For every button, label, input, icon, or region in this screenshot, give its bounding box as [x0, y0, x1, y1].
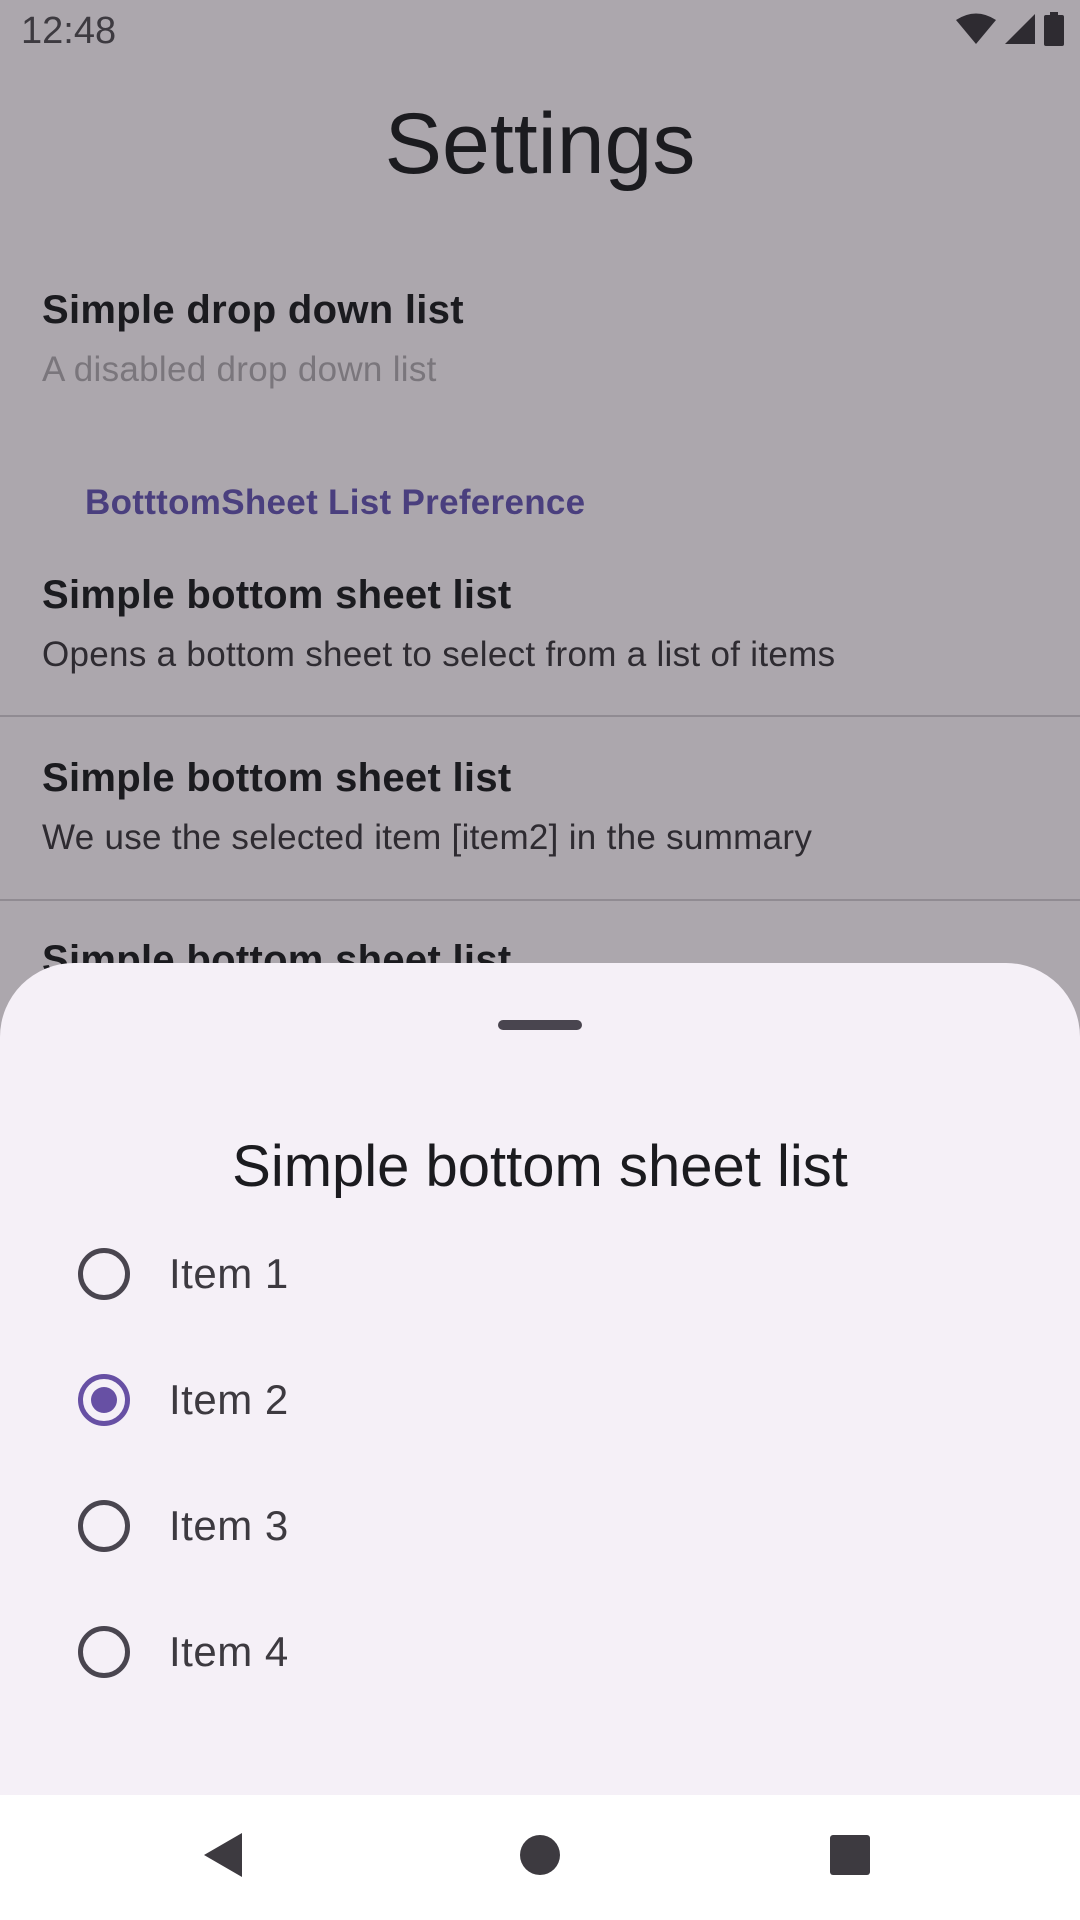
preference-title: Simple bottom sheet list [42, 573, 512, 617]
status-time: 12:48 [21, 10, 117, 52]
bottom-sheet-title: Simple bottom sheet list [232, 1134, 848, 1199]
battery-icon [1044, 11, 1064, 51]
preference-title: Simple drop down list [42, 288, 464, 332]
option-label: Item 3 [169, 1502, 289, 1549]
back-button[interactable] [192, 1825, 256, 1889]
preference-summary: We use the selected item [item2] in the … [42, 818, 813, 857]
option-item-2[interactable]: Item 2 [0, 1346, 1080, 1456]
bottom-sheet: Simple bottom sheet list Item 1 Item 2 I… [0, 963, 1080, 1795]
divider [0, 899, 1080, 901]
status-icons [956, 11, 1064, 51]
preference-summary: A disabled drop down list [42, 350, 437, 389]
navigation-bar [0, 1795, 1080, 1920]
radio-button[interactable] [78, 1626, 130, 1678]
divider [0, 715, 1080, 717]
recents-icon [830, 1834, 870, 1880]
page-title: Settings [384, 96, 696, 192]
preference-summary: Opens a bottom sheet to select from a li… [42, 635, 836, 674]
option-item-4[interactable]: Item 4 [0, 1598, 1080, 1708]
option-label: Item 1 [169, 1250, 289, 1297]
back-icon [202, 1831, 246, 1884]
recents-button[interactable] [818, 1825, 882, 1889]
wifi-icon [956, 13, 996, 50]
home-button[interactable] [508, 1825, 572, 1889]
drag-handle[interactable] [498, 1020, 582, 1030]
option-label: Item 4 [169, 1628, 289, 1675]
status-bar: 12:48 [0, 0, 1080, 64]
category-title: BotttomSheet List Preference [85, 483, 586, 522]
preference-title: Simple bottom sheet list [42, 756, 512, 800]
radio-button-checked[interactable] [78, 1374, 130, 1426]
radio-button[interactable] [78, 1500, 130, 1552]
cell-signal-icon [1004, 13, 1036, 50]
radio-button[interactable] [78, 1248, 130, 1300]
dropdown-preference[interactable]: Simple drop down list A disabled drop do… [0, 280, 1080, 420]
home-icon [519, 1834, 561, 1881]
option-item-3[interactable]: Item 3 [0, 1472, 1080, 1582]
option-label: Item 2 [169, 1376, 289, 1423]
option-item-1[interactable]: Item 1 [0, 1220, 1080, 1330]
bottom-sheet-preference[interactable]: Simple bottom sheet list We use the sele… [0, 748, 1080, 898]
bottom-sheet-preference[interactable]: Simple bottom sheet list Opens a bottom … [0, 565, 1080, 715]
